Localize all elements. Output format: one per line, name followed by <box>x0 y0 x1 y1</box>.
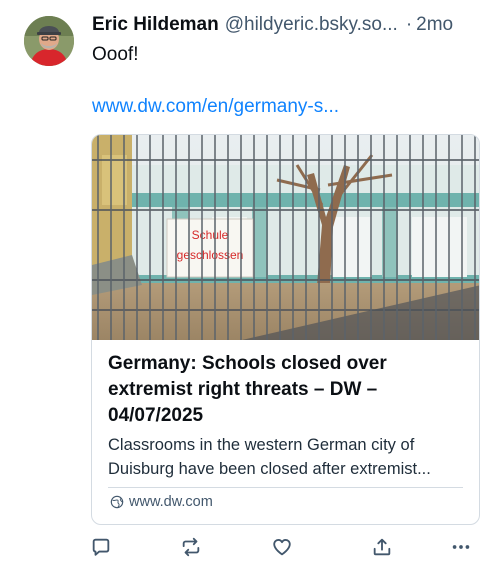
globe-icon <box>110 495 124 509</box>
link-preview-card[interactable]: Schule geschlossen Germany: Schools clos… <box>91 134 480 525</box>
author-name[interactable]: Eric Hildeman <box>92 14 219 36</box>
post-text: Ooof! <box>92 44 139 65</box>
sign-text-line-1: Schule <box>192 228 229 242</box>
repost-button[interactable] <box>180 536 204 560</box>
link-preview-image: Schule geschlossen <box>92 135 479 340</box>
author-handle[interactable]: @hildyeric.bsky.so... <box>225 14 398 36</box>
post-link[interactable]: www.dw.com/en/germany-s... <box>92 96 339 118</box>
share-button[interactable] <box>371 536 395 560</box>
avatar[interactable] <box>24 16 74 66</box>
post-header: Eric Hildeman @hildyeric.bsky.so... · 2m… <box>92 14 480 40</box>
link-preview-divider <box>108 487 463 488</box>
link-preview-description: Classrooms in the western German city of… <box>108 436 431 478</box>
avatar-image <box>24 16 74 66</box>
post-actions <box>90 536 480 560</box>
more-icon <box>452 545 470 549</box>
like-icon <box>273 539 291 556</box>
separator-dot: · <box>405 14 413 35</box>
more-options-button[interactable] <box>450 536 474 560</box>
like-button[interactable] <box>271 536 295 560</box>
post-timestamp[interactable]: 2mo <box>416 14 453 36</box>
share-icon <box>373 538 391 556</box>
link-preview-domain-text: www.dw.com <box>129 494 213 510</box>
repost-icon <box>182 537 200 557</box>
reply-icon <box>92 538 110 556</box>
link-preview-title: Germany: Schools closed over extremist r… <box>108 353 387 426</box>
reply-button[interactable] <box>90 536 114 560</box>
link-preview-domain: www.dw.com <box>110 494 213 510</box>
sign-text-line-2: geschlossen <box>177 248 244 262</box>
